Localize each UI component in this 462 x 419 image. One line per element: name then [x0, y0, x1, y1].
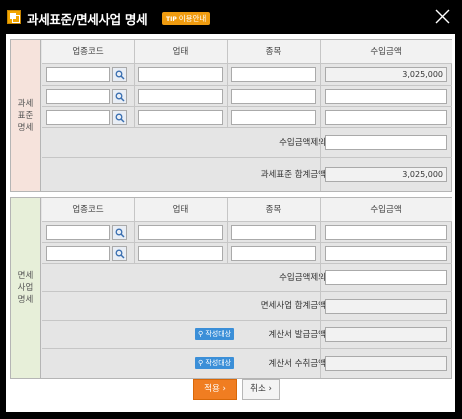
exempt-total-label: 면세사업 합계금액: [260, 301, 326, 311]
col-item-header: 종목: [265, 205, 282, 215]
taxable-label-line: 과세: [17, 98, 34, 109]
usage-guide-label: 이용안내: [178, 14, 207, 23]
col-business-header: 업태: [172, 205, 189, 215]
exempt-total-row: 면세사업 합계금액: [42, 292, 452, 321]
taxable-row: 3,025,000: [42, 64, 452, 86]
close-icon[interactable]: [434, 8, 451, 25]
taxable-label-line: 명세: [17, 122, 34, 133]
code-input[interactable]: [46, 89, 110, 104]
exempt-excluded-row: 수입금액제외: [42, 264, 452, 292]
window-title: 과세표준/면세사업 명세: [27, 12, 148, 27]
cancel-button[interactable]: 취소 ›: [242, 379, 280, 400]
code-input[interactable]: [46, 110, 110, 125]
income-input[interactable]: [325, 246, 447, 261]
exempt-total-input: [325, 299, 447, 314]
exempt-row: [42, 243, 452, 264]
exempt-label-line: 면세: [17, 271, 34, 281]
excluded-input[interactable]: [325, 135, 447, 150]
taxable-total-input: 3,025,000: [325, 167, 447, 182]
col-item-header: 종목: [265, 47, 282, 57]
exempt-label-line: 명세: [17, 295, 34, 305]
invoice-received-row: ⚲ 작성대상 계산서 수취금액: [42, 349, 452, 378]
taxable-row: [42, 86, 452, 107]
taxable-grid: 업종코드 업태 종목 수입금액 3,025,000 수입금액제외 과세표준 합계…: [42, 40, 452, 191]
tip-label: TIP: [166, 16, 177, 23]
chevron-right-icon: ›: [268, 384, 272, 394]
income-input[interactable]: [325, 89, 447, 104]
search-icon[interactable]: [112, 89, 127, 104]
search-icon[interactable]: [112, 246, 127, 261]
invoice-received-input: [325, 356, 447, 371]
excluded-input[interactable]: [325, 270, 447, 285]
taxable-section-label: 과세 표준 명세: [11, 40, 41, 191]
income-input[interactable]: [325, 110, 447, 125]
apply-label: 적용: [204, 384, 220, 394]
business-input[interactable]: [138, 225, 223, 240]
write-target-badge[interactable]: ⚲ 작성대상: [195, 357, 235, 369]
item-input[interactable]: [231, 110, 316, 125]
cancel-label: 취소: [250, 384, 266, 394]
usage-guide-badge[interactable]: TIP 이용안내: [162, 12, 211, 25]
exempt-grid: 업종코드 업태 종목 수입금액 수입금액제외 면세사업 합계금액 ⚲ 작성대상 …: [42, 198, 452, 378]
col-code-header: 업종코드: [72, 205, 104, 215]
code-input[interactable]: [46, 67, 110, 82]
business-input[interactable]: [138, 110, 223, 125]
invoice-received-label: 계산서 수취금액: [268, 359, 326, 369]
search-icon[interactable]: [112, 225, 127, 240]
business-input[interactable]: [138, 67, 223, 82]
search-icon[interactable]: [112, 67, 127, 82]
window-icon: [7, 10, 21, 24]
badge-label: 작성대상: [205, 359, 232, 367]
excluded-label: 수입금액제외: [279, 273, 326, 283]
header-row: 업종코드 업태 종목 수입금액: [42, 40, 452, 64]
chevron-right-icon: ›: [222, 384, 226, 394]
header-row: 업종코드 업태 종목 수입금액: [42, 198, 452, 222]
taxable-total-row: 과세표준 합계금액 3,025,000: [42, 158, 452, 191]
excluded-label: 수입금액제외: [279, 138, 326, 148]
col-income-header: 수입금액: [370, 205, 402, 215]
taxable-total-label: 과세표준 합계금액: [260, 170, 326, 180]
taxable-excluded-row: 수입금액제외: [42, 128, 452, 158]
business-input[interactable]: [138, 89, 223, 104]
badge-label: 작성대상: [205, 330, 232, 338]
income-input[interactable]: 3,025,000: [325, 67, 447, 82]
code-input[interactable]: [46, 246, 110, 261]
col-code-header: 업종코드: [72, 47, 104, 57]
dialog-content: 과세 표준 명세 업종코드 업태 종목 수입금액 3,025,000 수입금액제…: [6, 34, 455, 412]
col-income-header: 수입금액: [370, 47, 402, 57]
write-target-badge[interactable]: ⚲ 작성대상: [195, 328, 235, 340]
code-input[interactable]: [46, 225, 110, 240]
exempt-section: 면세 사업 명세 업종코드 업태 종목 수입금액 수입금액제외 면세사업 합계금…: [10, 197, 452, 379]
item-input[interactable]: [231, 67, 316, 82]
title-bar: 과세표준/면세사업 명세 TIP 이용안내: [0, 0, 462, 34]
business-input[interactable]: [138, 246, 223, 261]
exempt-section-label: 면세 사업 명세: [11, 198, 41, 378]
invoice-issued-row: ⚲ 작성대상 계산서 발급금액: [42, 321, 452, 349]
col-business-header: 업태: [172, 47, 189, 57]
search-icon[interactable]: [112, 110, 127, 125]
exempt-row: [42, 222, 452, 243]
invoice-issued-label: 계산서 발급금액: [268, 330, 326, 340]
taxable-label-line: 표준: [17, 110, 34, 121]
income-input[interactable]: [325, 225, 447, 240]
exempt-label-line: 사업: [17, 283, 34, 293]
taxable-row: [42, 107, 452, 128]
item-input[interactable]: [231, 89, 316, 104]
item-input[interactable]: [231, 225, 316, 240]
item-input[interactable]: [231, 246, 316, 261]
invoice-issued-input: [325, 327, 447, 342]
apply-button[interactable]: 적용 ›: [193, 379, 237, 400]
taxable-section: 과세 표준 명세 업종코드 업태 종목 수입금액 3,025,000 수입금액제…: [10, 39, 452, 192]
